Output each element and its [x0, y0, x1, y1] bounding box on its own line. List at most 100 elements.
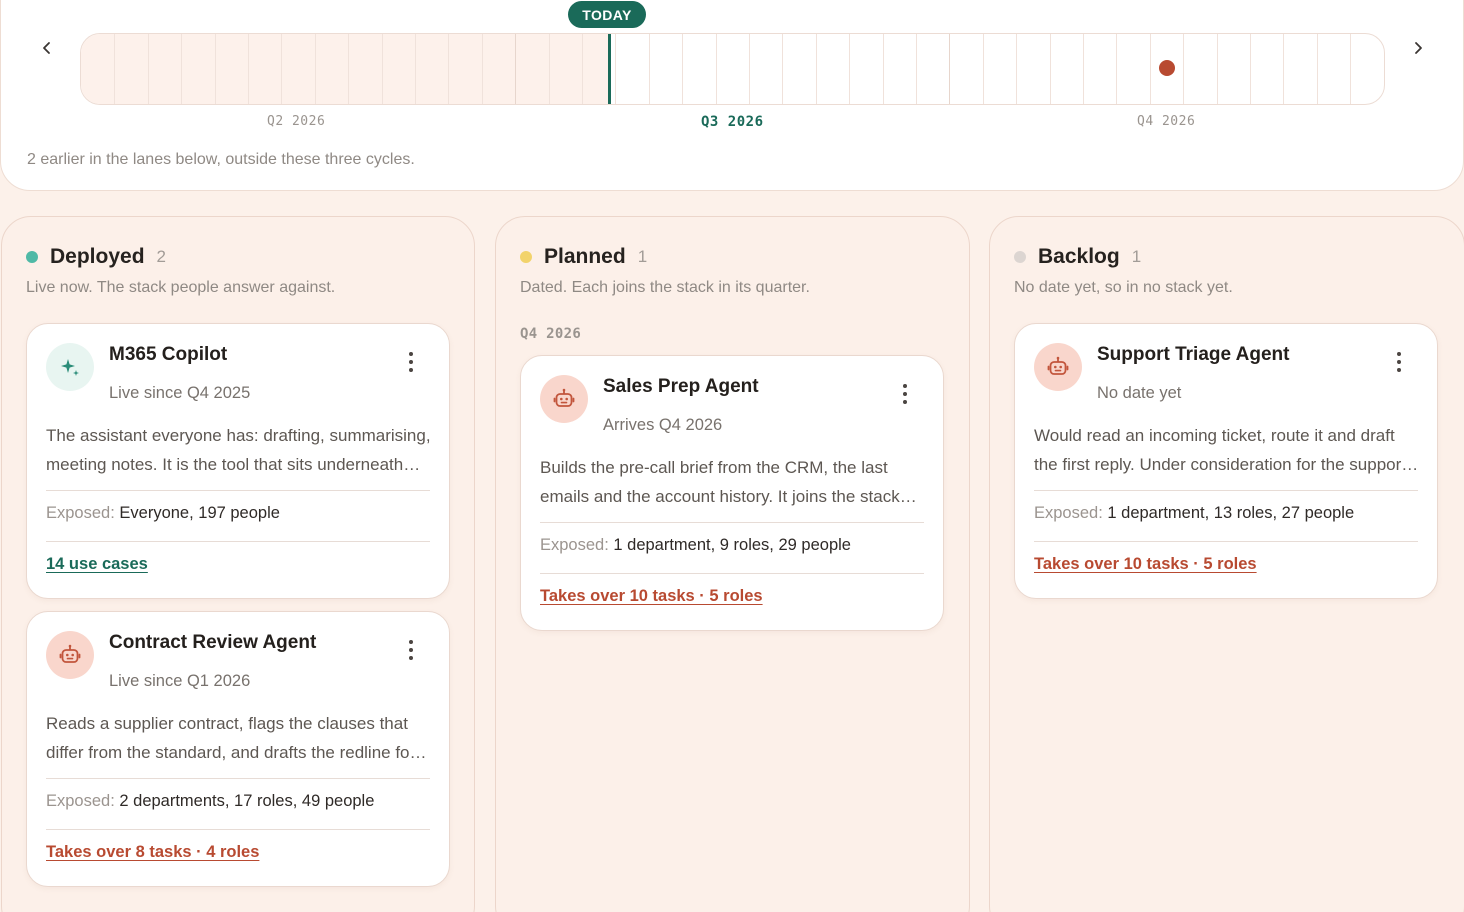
divider [46, 829, 430, 830]
timeline-tick [515, 34, 516, 104]
takes-over-link[interactable]: Takes over 10 tasks · 5 roles [540, 587, 763, 606]
lane-backlog: Backlog 1 No date yet, so in no stack ye… [989, 216, 1464, 912]
timeline-note: 2 earlier in the lanes below, outside th… [27, 151, 415, 168]
divider [46, 778, 430, 779]
timeline-tick [348, 34, 349, 104]
card-description: Would read an incoming ticket, route it … [1034, 426, 1406, 474]
card-title: Support Triage Agent [1097, 344, 1290, 365]
chevron-right-icon[interactable] [1403, 33, 1433, 63]
timeline-tick [148, 34, 149, 104]
card-contract-review-agent[interactable]: Contract Review Agent Live since Q1 2026… [26, 611, 450, 887]
lane-deployed: Deployed 2 Live now. The stack people an… [1, 216, 475, 912]
more-menu-icon[interactable] [895, 380, 915, 408]
card-exposed: Exposed: 2 departments, 17 roles, 49 peo… [46, 792, 374, 811]
timeline-tick [415, 34, 416, 104]
status-dot-planned [520, 251, 532, 263]
lane-title: Planned [544, 245, 626, 268]
quarter-group-label: Q4 2026 [520, 326, 582, 342]
more-menu-icon[interactable] [401, 348, 421, 376]
timeline-tick [916, 34, 917, 104]
timeline-tick [1150, 34, 1151, 104]
quarter-label-q2: Q2 2026 [267, 114, 326, 129]
divider [540, 573, 924, 574]
lane-title: Deployed [50, 245, 145, 268]
timeline-tick [849, 34, 850, 104]
today-badge: TODAY [568, 1, 646, 28]
timeline-tick [549, 34, 550, 104]
card-meta: No date yet [1097, 384, 1182, 402]
card-meta: Arrives Q4 2026 [603, 416, 723, 434]
card-m365-copilot[interactable]: M365 Copilot Live since Q4 2025 The assi… [26, 323, 450, 599]
divider [540, 522, 924, 523]
timeline-event-dot[interactable] [1159, 60, 1175, 76]
timeline-tick [782, 34, 783, 104]
timeline-tick [1250, 34, 1251, 104]
timeline-tick [749, 34, 750, 104]
timeline-tick [448, 34, 449, 104]
timeline-tick [1083, 34, 1084, 104]
lane-planned: Planned 1 Dated. Each joins the stack in… [495, 216, 970, 912]
today-marker [608, 34, 611, 104]
divider [1034, 541, 1418, 542]
card-exposed: Exposed: 1 department, 9 roles, 29 peopl… [540, 536, 851, 555]
card-title: M365 Copilot [109, 344, 228, 365]
lane-title: Backlog [1038, 245, 1120, 268]
card-description: Builds the pre-call brief from the CRM, … [540, 458, 900, 506]
quarter-label-q4: Q4 2026 [1137, 114, 1196, 129]
timeline-tick [949, 34, 950, 104]
exposed-value: Everyone, 197 people [119, 504, 280, 522]
more-menu-icon[interactable] [1389, 348, 1409, 376]
card-title: Sales Prep Agent [603, 376, 759, 397]
status-dot-deployed [26, 251, 38, 263]
quarter-label-q3: Q3 2026 [701, 114, 764, 130]
timeline-tick [1016, 34, 1017, 104]
exposed-value: 1 department, 13 roles, 27 people [1107, 504, 1355, 522]
timeline-tick [816, 34, 817, 104]
lane-count: 1 [1131, 247, 1142, 266]
status-dot-backlog [1014, 251, 1026, 263]
timeline-tick [114, 34, 115, 104]
timeline-tick [1050, 34, 1051, 104]
timeline-tick [1283, 34, 1284, 104]
use-cases-link[interactable]: 14 use cases [46, 555, 148, 574]
robot-icon [46, 631, 94, 679]
card-support-triage-agent[interactable]: Support Triage Agent No date yet Would r… [1014, 323, 1438, 599]
more-menu-icon[interactable] [401, 636, 421, 664]
timeline-tick [682, 34, 683, 104]
timeline-tick [883, 34, 884, 104]
timeline-tick [382, 34, 383, 104]
timeline-tick [649, 34, 650, 104]
lane-subtitle: No date yet, so in no stack yet. [1014, 279, 1233, 296]
takes-over-link[interactable]: Takes over 10 tasks · 5 roles [1034, 555, 1257, 574]
lane-count: 1 [637, 247, 648, 266]
lane-subtitle: Dated. Each joins the stack in its quart… [520, 279, 810, 296]
robot-icon [540, 375, 588, 423]
takes-over-link[interactable]: Takes over 8 tasks · 4 roles [46, 843, 259, 862]
timeline-tick [1217, 34, 1218, 104]
timeline-tick [1317, 34, 1318, 104]
divider [1034, 490, 1418, 491]
card-sales-prep-agent[interactable]: Sales Prep Agent Arrives Q4 2026 Builds … [520, 355, 944, 631]
exposed-label: Exposed: [46, 792, 115, 810]
timeline-past-region [81, 34, 609, 104]
timeline-tick [281, 34, 282, 104]
timeline-tick [248, 34, 249, 104]
timeline-track[interactable] [80, 33, 1385, 105]
timeline-tick [215, 34, 216, 104]
exposed-value: 1 department, 9 roles, 29 people [613, 536, 851, 554]
exposed-value: 2 departments, 17 roles, 49 people [119, 792, 375, 810]
lane-subtitle: Live now. The stack people answer agains… [26, 279, 336, 296]
timeline-tick [1116, 34, 1117, 104]
card-exposed: Exposed: Everyone, 197 people [46, 504, 280, 523]
exposed-label: Exposed: [1034, 504, 1103, 522]
exposed-label: Exposed: [540, 536, 609, 554]
card-meta: Live since Q1 2026 [109, 672, 251, 690]
divider [46, 490, 430, 491]
card-exposed: Exposed: 1 department, 13 roles, 27 peop… [1034, 504, 1354, 523]
chevron-left-icon[interactable] [32, 33, 62, 63]
timeline-tick [716, 34, 717, 104]
card-description: Reads a supplier contract, flags the cla… [46, 714, 416, 762]
timeline-tick [315, 34, 316, 104]
timeline-tick [615, 34, 616, 104]
robot-icon [1034, 343, 1082, 391]
